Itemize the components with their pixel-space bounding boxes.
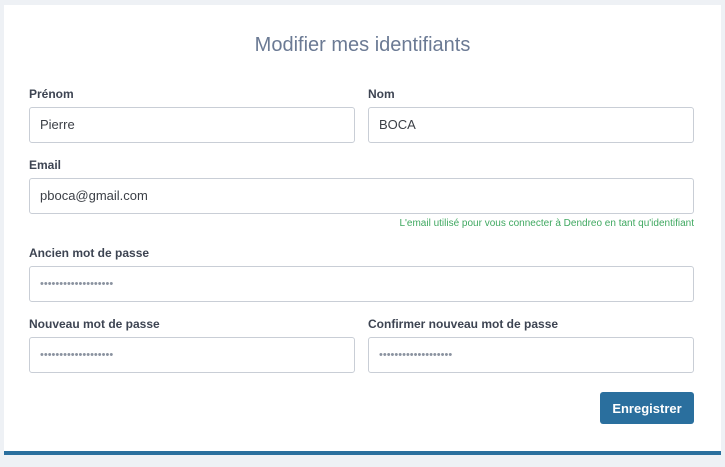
old-password-label: Ancien mot de passe xyxy=(29,246,150,260)
confirm-password-label: Confirmer nouveau mot de passe xyxy=(368,317,559,331)
new-password-input[interactable]: ••••••••••••••••••• xyxy=(29,337,355,373)
confirm-password-input[interactable]: ••••••••••••••••••• xyxy=(368,337,694,373)
credentials-card: Modifier mes identifiants Prénom Pierre … xyxy=(4,5,721,455)
email-hint: L'email utilisé pour vous connecter à De… xyxy=(399,218,694,229)
last-name-label: Nom xyxy=(368,87,395,101)
first-name-label: Prénom xyxy=(29,87,74,101)
email-label: Email xyxy=(29,158,62,172)
new-password-label: Nouveau mot de passe xyxy=(29,317,160,331)
first-name-input[interactable]: Pierre xyxy=(29,107,355,143)
page-title: Modifier mes identifiants xyxy=(254,34,471,56)
email-input[interactable]: pboca@gmail.com xyxy=(29,178,694,214)
old-password-input[interactable]: ••••••••••••••••••• xyxy=(29,266,694,302)
save-button[interactable]: Enregistrer xyxy=(600,392,694,424)
last-name-input[interactable]: BOCA xyxy=(368,107,694,143)
